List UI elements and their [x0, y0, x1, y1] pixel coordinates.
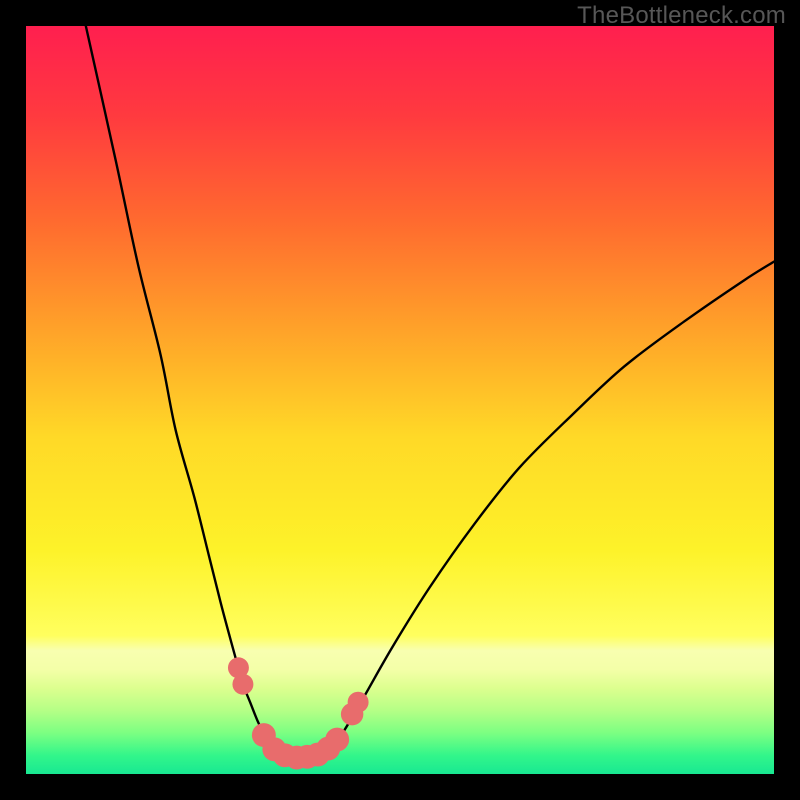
marker-point: [325, 728, 349, 752]
gradient-background: [26, 26, 774, 774]
plot-area: [26, 26, 774, 774]
chart-svg: [26, 26, 774, 774]
marker-point: [348, 692, 369, 713]
marker-point: [232, 674, 253, 695]
chart-frame: TheBottleneck.com: [0, 0, 800, 800]
